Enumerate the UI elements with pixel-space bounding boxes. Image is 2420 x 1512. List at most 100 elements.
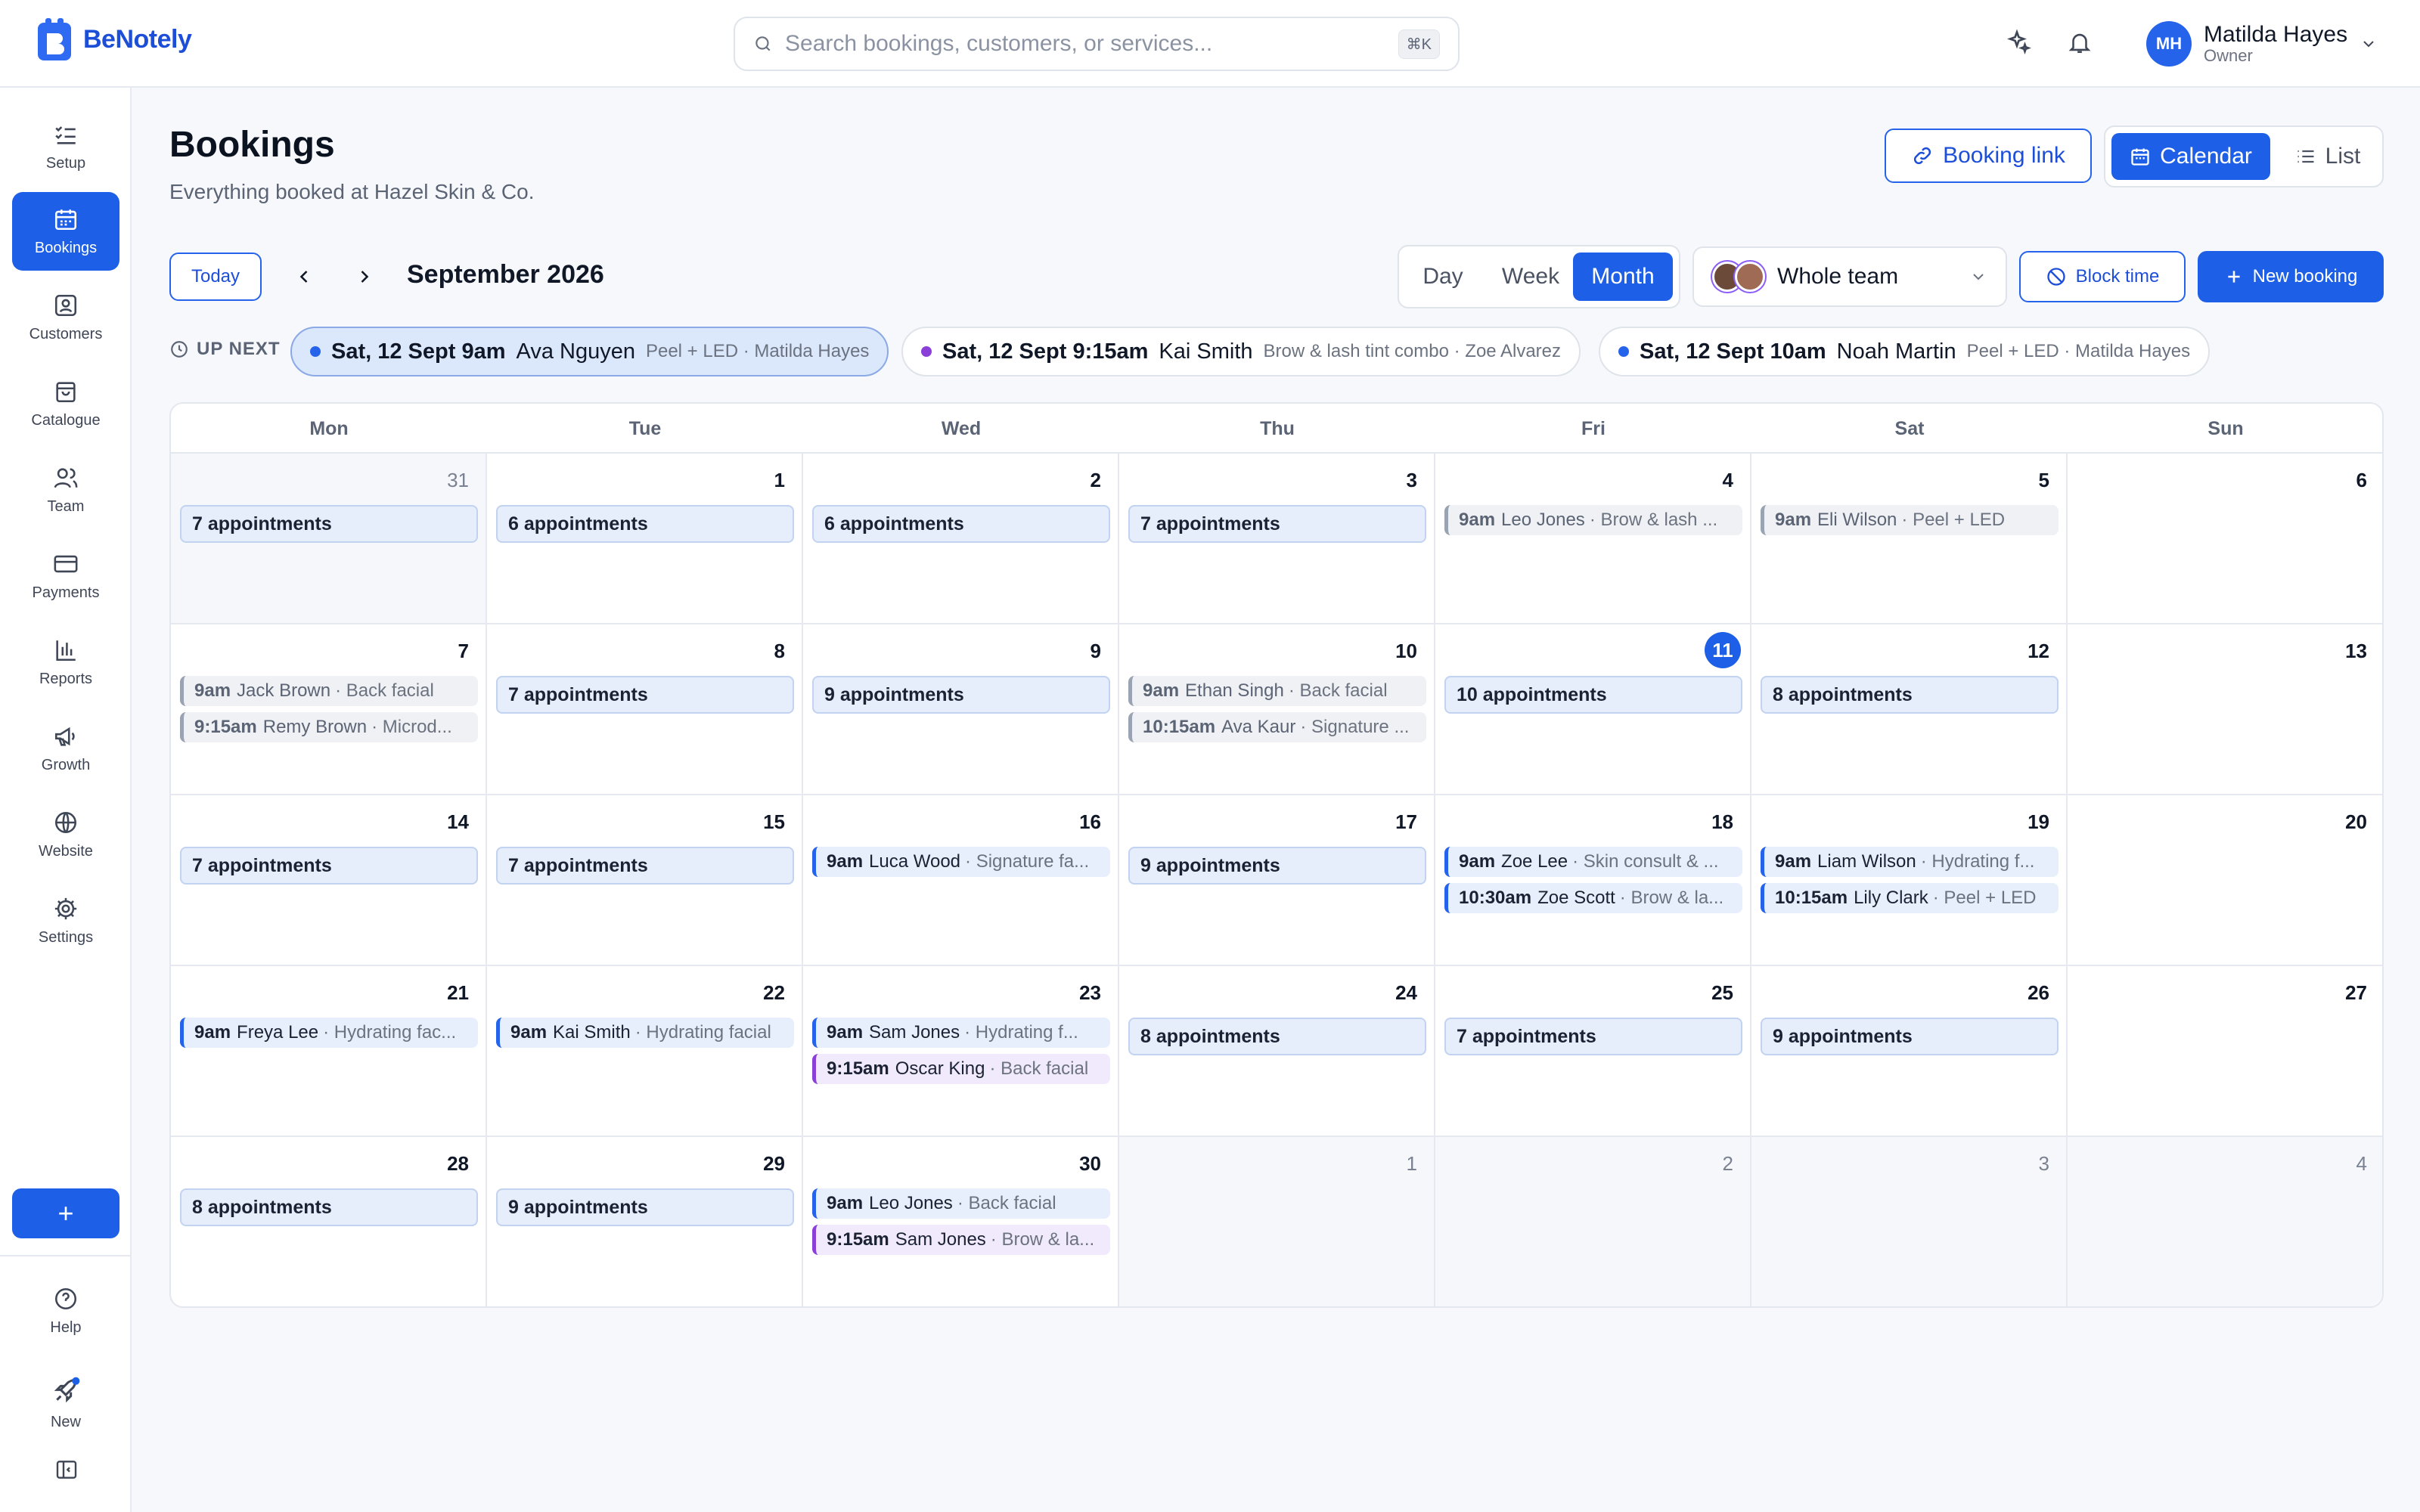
- calendar-event[interactable]: 9:15am Remy Brown · Microd...: [180, 712, 478, 742]
- day-cell[interactable]: 8 7 appointments: [487, 624, 803, 795]
- day-cell[interactable]: 3 7 appointments: [1119, 454, 1435, 624]
- day-cell[interactable]: 3: [1751, 1137, 2068, 1306]
- day-cell[interactable]: 4: [2068, 1137, 2382, 1306]
- calendar-event[interactable]: 10:15am Ava Kaur · Signature ...: [1128, 712, 1426, 742]
- sidebar-item-growth[interactable]: Growth: [12, 709, 119, 788]
- sidebar-item-bookings[interactable]: Bookings: [12, 192, 119, 271]
- appointments-summary[interactable]: 9 appointments: [812, 676, 1110, 714]
- appointments-summary[interactable]: 8 appointments: [1761, 676, 2059, 714]
- sidebar-item-help[interactable]: Help: [12, 1272, 119, 1350]
- up-next-chip[interactable]: Sat, 12 Sept 9:15am Kai Smith Brow & las…: [901, 327, 1581, 376]
- day-cell[interactable]: 2: [1435, 1137, 1751, 1306]
- appointments-summary[interactable]: 8 appointments: [180, 1188, 478, 1226]
- today-button[interactable]: Today: [169, 253, 262, 301]
- bell-icon[interactable]: [2063, 26, 2096, 59]
- day-cell[interactable]: 21 9am Freya Lee · Hydrating fac...: [171, 966, 487, 1137]
- sidebar-item-team[interactable]: Team: [12, 451, 119, 529]
- sidebar-item-setup[interactable]: Setup: [12, 107, 119, 186]
- day-cell[interactable]: 11 10 appointments: [1435, 624, 1751, 795]
- appointments-summary[interactable]: 7 appointments: [496, 847, 794, 885]
- calendar-event[interactable]: 9am Luca Wood · Signature fa...: [812, 847, 1110, 877]
- day-cell[interactable]: 5 9am Eli Wilson · Peel + LED: [1751, 454, 2068, 624]
- day-view-button[interactable]: Day: [1405, 253, 1481, 301]
- calendar-event[interactable]: 9am Leo Jones · Brow & lash ...: [1444, 505, 1742, 535]
- calendar-event[interactable]: 9am Freya Lee · Hydrating fac...: [180, 1018, 478, 1048]
- day-cell[interactable]: 28 8 appointments: [171, 1137, 487, 1306]
- day-cell[interactable]: 23 9am Sam Jones · Hydrating f... 9:15am Osca…: [803, 966, 1119, 1137]
- day-cell[interactable]: 30 9am Leo Jones · Back facial 9:15am Sam Jon…: [803, 1137, 1119, 1306]
- calendar-event[interactable]: 9am Sam Jones · Hydrating f...: [812, 1018, 1110, 1048]
- sidebar-item-website[interactable]: Website: [12, 795, 119, 874]
- calendar-event[interactable]: 9am Zoe Lee · Skin consult & ...: [1444, 847, 1742, 877]
- day-cell[interactable]: 16 9am Luca Wood · Signature fa...: [803, 795, 1119, 966]
- appointments-summary[interactable]: 9 appointments: [1761, 1018, 2059, 1055]
- sidebar-item-payments[interactable]: Payments: [12, 537, 119, 615]
- calendar-event[interactable]: 9am Liam Wilson · Hydrating f...: [1761, 847, 2059, 877]
- day-cell[interactable]: 6: [2068, 454, 2382, 624]
- day-cell[interactable]: 20: [2068, 795, 2382, 966]
- calendar-event[interactable]: 9am Kai Smith · Hydrating facial: [496, 1018, 794, 1048]
- appointments-summary[interactable]: 7 appointments: [180, 847, 478, 885]
- day-cell[interactable]: 1: [1119, 1137, 1435, 1306]
- calendar-event[interactable]: 9am Eli Wilson · Peel + LED: [1761, 505, 2059, 535]
- calendar-event[interactable]: 9:15am Sam Jones · Brow & la...: [812, 1225, 1110, 1255]
- sidebar-item-settings[interactable]: Settings: [12, 881, 119, 960]
- day-cell[interactable]: 18 9am Zoe Lee · Skin consult & ... 10:30am Z…: [1435, 795, 1751, 966]
- appointments-summary[interactable]: 9 appointments: [496, 1188, 794, 1226]
- day-cell[interactable]: 15 7 appointments: [487, 795, 803, 966]
- appointments-summary[interactable]: 9 appointments: [1128, 847, 1426, 885]
- appointments-summary[interactable]: 7 appointments: [180, 505, 478, 543]
- search-input[interactable]: Search bookings, customers, or services.…: [734, 17, 1460, 71]
- calendar-event[interactable]: 9am Leo Jones · Back facial: [812, 1188, 1110, 1219]
- brand-logo[interactable]: BeNotely: [36, 15, 192, 64]
- new-booking-button[interactable]: New booking: [2198, 251, 2384, 302]
- day-cell[interactable]: 17 9 appointments: [1119, 795, 1435, 966]
- quick-add-button[interactable]: +: [12, 1188, 119, 1238]
- calendar-event[interactable]: 9am Ethan Singh · Back facial: [1128, 676, 1426, 706]
- calendar-event[interactable]: 9:15am Oscar King · Back facial: [812, 1054, 1110, 1084]
- week-view-button[interactable]: Week: [1484, 253, 1578, 301]
- day-cell[interactable]: 2 6 appointments: [803, 454, 1119, 624]
- up-next-chip[interactable]: Sat, 12 Sept 9am Ava Nguyen Peel + LED ·…: [290, 327, 889, 376]
- appointments-summary[interactable]: 8 appointments: [1128, 1018, 1426, 1055]
- day-cell[interactable]: 22 9am Kai Smith · Hydrating facial: [487, 966, 803, 1137]
- day-cell[interactable]: 31 7 appointments: [171, 454, 487, 624]
- team-filter-select[interactable]: Whole team: [1692, 246, 2007, 307]
- next-month-button[interactable]: [349, 262, 380, 292]
- sidebar-item-catalogue[interactable]: Catalogue: [12, 364, 119, 443]
- calendar-event[interactable]: 9am Jack Brown · Back facial: [180, 676, 478, 706]
- calendar-event[interactable]: 10:30am Zoe Scott · Brow & la...: [1444, 883, 1742, 913]
- block-time-button[interactable]: Block time: [2019, 251, 2186, 302]
- sidebar-item-new[interactable]: New: [12, 1364, 119, 1442]
- sidebar-item-customers[interactable]: Customers: [12, 278, 119, 357]
- sparkle-icon[interactable]: [2003, 26, 2036, 59]
- up-next-chip[interactable]: Sat, 12 Sept 10am Noah Martin Peel + LED…: [1599, 327, 2211, 376]
- day-cell[interactable]: 19 9am Liam Wilson · Hydrating f... 10:15am L…: [1751, 795, 2068, 966]
- day-cell[interactable]: 4 9am Leo Jones · Brow & lash ...: [1435, 454, 1751, 624]
- appointments-summary[interactable]: 7 appointments: [496, 676, 794, 714]
- day-cell[interactable]: 26 9 appointments: [1751, 966, 2068, 1137]
- appointments-summary[interactable]: 7 appointments: [1444, 1018, 1742, 1055]
- day-cell[interactable]: 7 9am Jack Brown · Back facial 9:15am Remy Br…: [171, 624, 487, 795]
- calendar-event[interactable]: 10:15am Lily Clark · Peel + LED: [1761, 883, 2059, 913]
- appointments-summary[interactable]: 6 appointments: [812, 505, 1110, 543]
- month-view-button[interactable]: Month: [1573, 253, 1673, 301]
- prev-month-button[interactable]: [289, 262, 319, 292]
- day-cell[interactable]: 25 7 appointments: [1435, 966, 1751, 1137]
- booking-link-button[interactable]: Booking link: [1885, 129, 2092, 183]
- day-cell[interactable]: 29 9 appointments: [487, 1137, 803, 1306]
- collapse-sidebar-icon[interactable]: [50, 1453, 83, 1486]
- day-cell[interactable]: 1 6 appointments: [487, 454, 803, 624]
- appointments-summary[interactable]: 6 appointments: [496, 505, 794, 543]
- appointments-summary[interactable]: 10 appointments: [1444, 676, 1742, 714]
- day-cell[interactable]: 24 8 appointments: [1119, 966, 1435, 1137]
- appointments-summary[interactable]: 7 appointments: [1128, 505, 1426, 543]
- day-cell[interactable]: 10 9am Ethan Singh · Back facial 10:15am Ava …: [1119, 624, 1435, 795]
- day-cell[interactable]: 9 9 appointments: [803, 624, 1119, 795]
- user-menu[interactable]: MH Matilda Hayes Owner: [2146, 18, 2378, 70]
- calendar-view-button[interactable]: Calendar: [2111, 133, 2270, 180]
- day-cell[interactable]: 14 7 appointments: [171, 795, 487, 966]
- day-cell[interactable]: 27: [2068, 966, 2382, 1137]
- list-view-button[interactable]: List: [2276, 133, 2379, 180]
- day-cell[interactable]: 12 8 appointments: [1751, 624, 2068, 795]
